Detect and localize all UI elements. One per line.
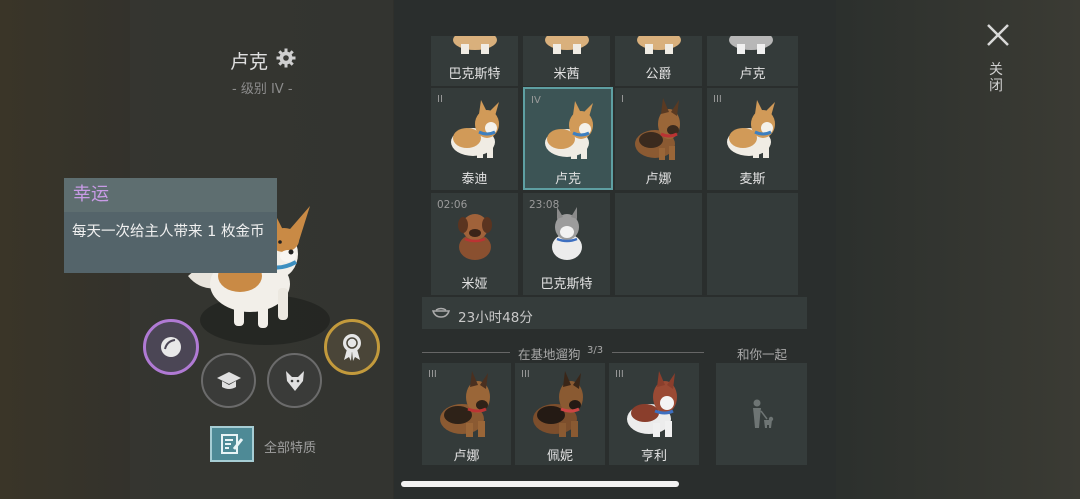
divider	[422, 352, 510, 353]
dog-name-label: 泰迪	[461, 172, 488, 187]
graduation-cap-icon	[216, 371, 241, 389]
walking-dog-slot[interactable]: III 佩妮	[515, 363, 605, 465]
dog-name-label: 卢克	[554, 172, 581, 187]
coin-icon	[161, 337, 181, 357]
trait-tooltip: 幸运 每天一次给主人带来 1 枚金币	[64, 178, 277, 273]
corgi-icon	[451, 100, 499, 158]
kennel-slot[interactable]: 巴克斯特	[431, 36, 518, 86]
food-bowl-icon	[432, 307, 450, 318]
walking-count: 3/3	[587, 345, 604, 356]
trait-description: 每天一次给主人带来 1 枚金币	[64, 212, 277, 273]
dog-name: 卢克	[230, 51, 269, 73]
feeding-time-text: 23小时48分	[458, 310, 533, 326]
close-icon[interactable]	[985, 22, 1011, 48]
walking-dog-slot[interactable]: III 卢娜	[422, 363, 511, 465]
walking-dog-slot[interactable]: III 亨利	[609, 363, 699, 465]
with-you-label: 和你一起	[737, 347, 788, 362]
ribbon-badge-icon	[343, 334, 361, 361]
dog-name-label: 卢克	[739, 67, 766, 82]
kennel-slot[interactable]: II 泰迪	[431, 88, 518, 190]
kennel-slot[interactable]: I 卢娜	[615, 88, 702, 190]
dog-icon	[729, 36, 773, 54]
trait-title: 幸运	[64, 178, 277, 212]
dog-level-badge: I	[621, 94, 624, 105]
corgi-icon	[545, 101, 593, 159]
husky-icon	[627, 371, 677, 437]
breed-button[interactable]	[267, 353, 322, 408]
kennel-slot[interactable]: 米茜	[523, 36, 610, 86]
dog-icon	[545, 36, 589, 54]
german-shepherd-icon	[440, 371, 490, 437]
dog-name-label: 巴克斯特	[448, 67, 501, 82]
dog-name-label: 卢娜	[645, 172, 672, 187]
dog-name-label: 巴克斯特	[540, 277, 593, 292]
dog-name-label: 卢娜	[453, 449, 480, 464]
german-shepherd-icon	[635, 98, 680, 160]
puppy-icon	[458, 214, 492, 260]
dog-name-label: 公爵	[645, 67, 672, 82]
kennel-slot-selected[interactable]: IV 卢克	[523, 87, 613, 190]
corgi-icon	[727, 100, 775, 158]
empty-kennel-slot[interactable]	[707, 193, 798, 295]
all-traits-label[interactable]: 全部特质	[264, 437, 316, 456]
kennel-slot[interactable]: 02:06 米娅	[431, 193, 518, 295]
all-traits-button[interactable]	[210, 426, 254, 462]
husky-puppy-icon	[552, 207, 582, 260]
dog-name-label: 米茜	[553, 67, 580, 82]
notes-icon	[221, 434, 244, 454]
kennel-slot[interactable]: III 麦斯	[707, 88, 798, 190]
training-button[interactable]	[201, 353, 256, 408]
dog-icon	[637, 36, 681, 54]
dog-level: - 级别 IV -	[232, 82, 293, 97]
dog-name-label: 佩妮	[546, 449, 573, 464]
dog-name-label: 米娅	[461, 277, 488, 292]
with-you-slot[interactable]	[716, 363, 807, 465]
close-label[interactable]: 关闭	[989, 62, 1005, 94]
kennel-slot[interactable]: 公爵	[615, 36, 702, 86]
luck-trait-button[interactable]	[143, 319, 199, 375]
award-button[interactable]	[324, 319, 380, 375]
german-shepherd-icon	[533, 371, 583, 437]
dog-head-icon	[285, 370, 304, 391]
person-with-dog-icon	[753, 399, 774, 428]
walking-section-label: 在基地遛狗	[518, 347, 581, 362]
dog-name-label: 亨利	[640, 449, 667, 464]
home-indicator[interactable]	[401, 481, 679, 487]
dog-name-label: 麦斯	[739, 172, 766, 187]
dog-icon	[453, 36, 497, 54]
kennel-slot[interactable]: 23:08 巴克斯特	[523, 193, 610, 295]
empty-kennel-slot[interactable]	[615, 193, 702, 295]
dog-level-badge: II	[437, 94, 443, 105]
kennel-slot[interactable]: 卢克	[707, 36, 798, 86]
gear-icon[interactable]	[276, 48, 296, 68]
divider	[612, 352, 704, 353]
